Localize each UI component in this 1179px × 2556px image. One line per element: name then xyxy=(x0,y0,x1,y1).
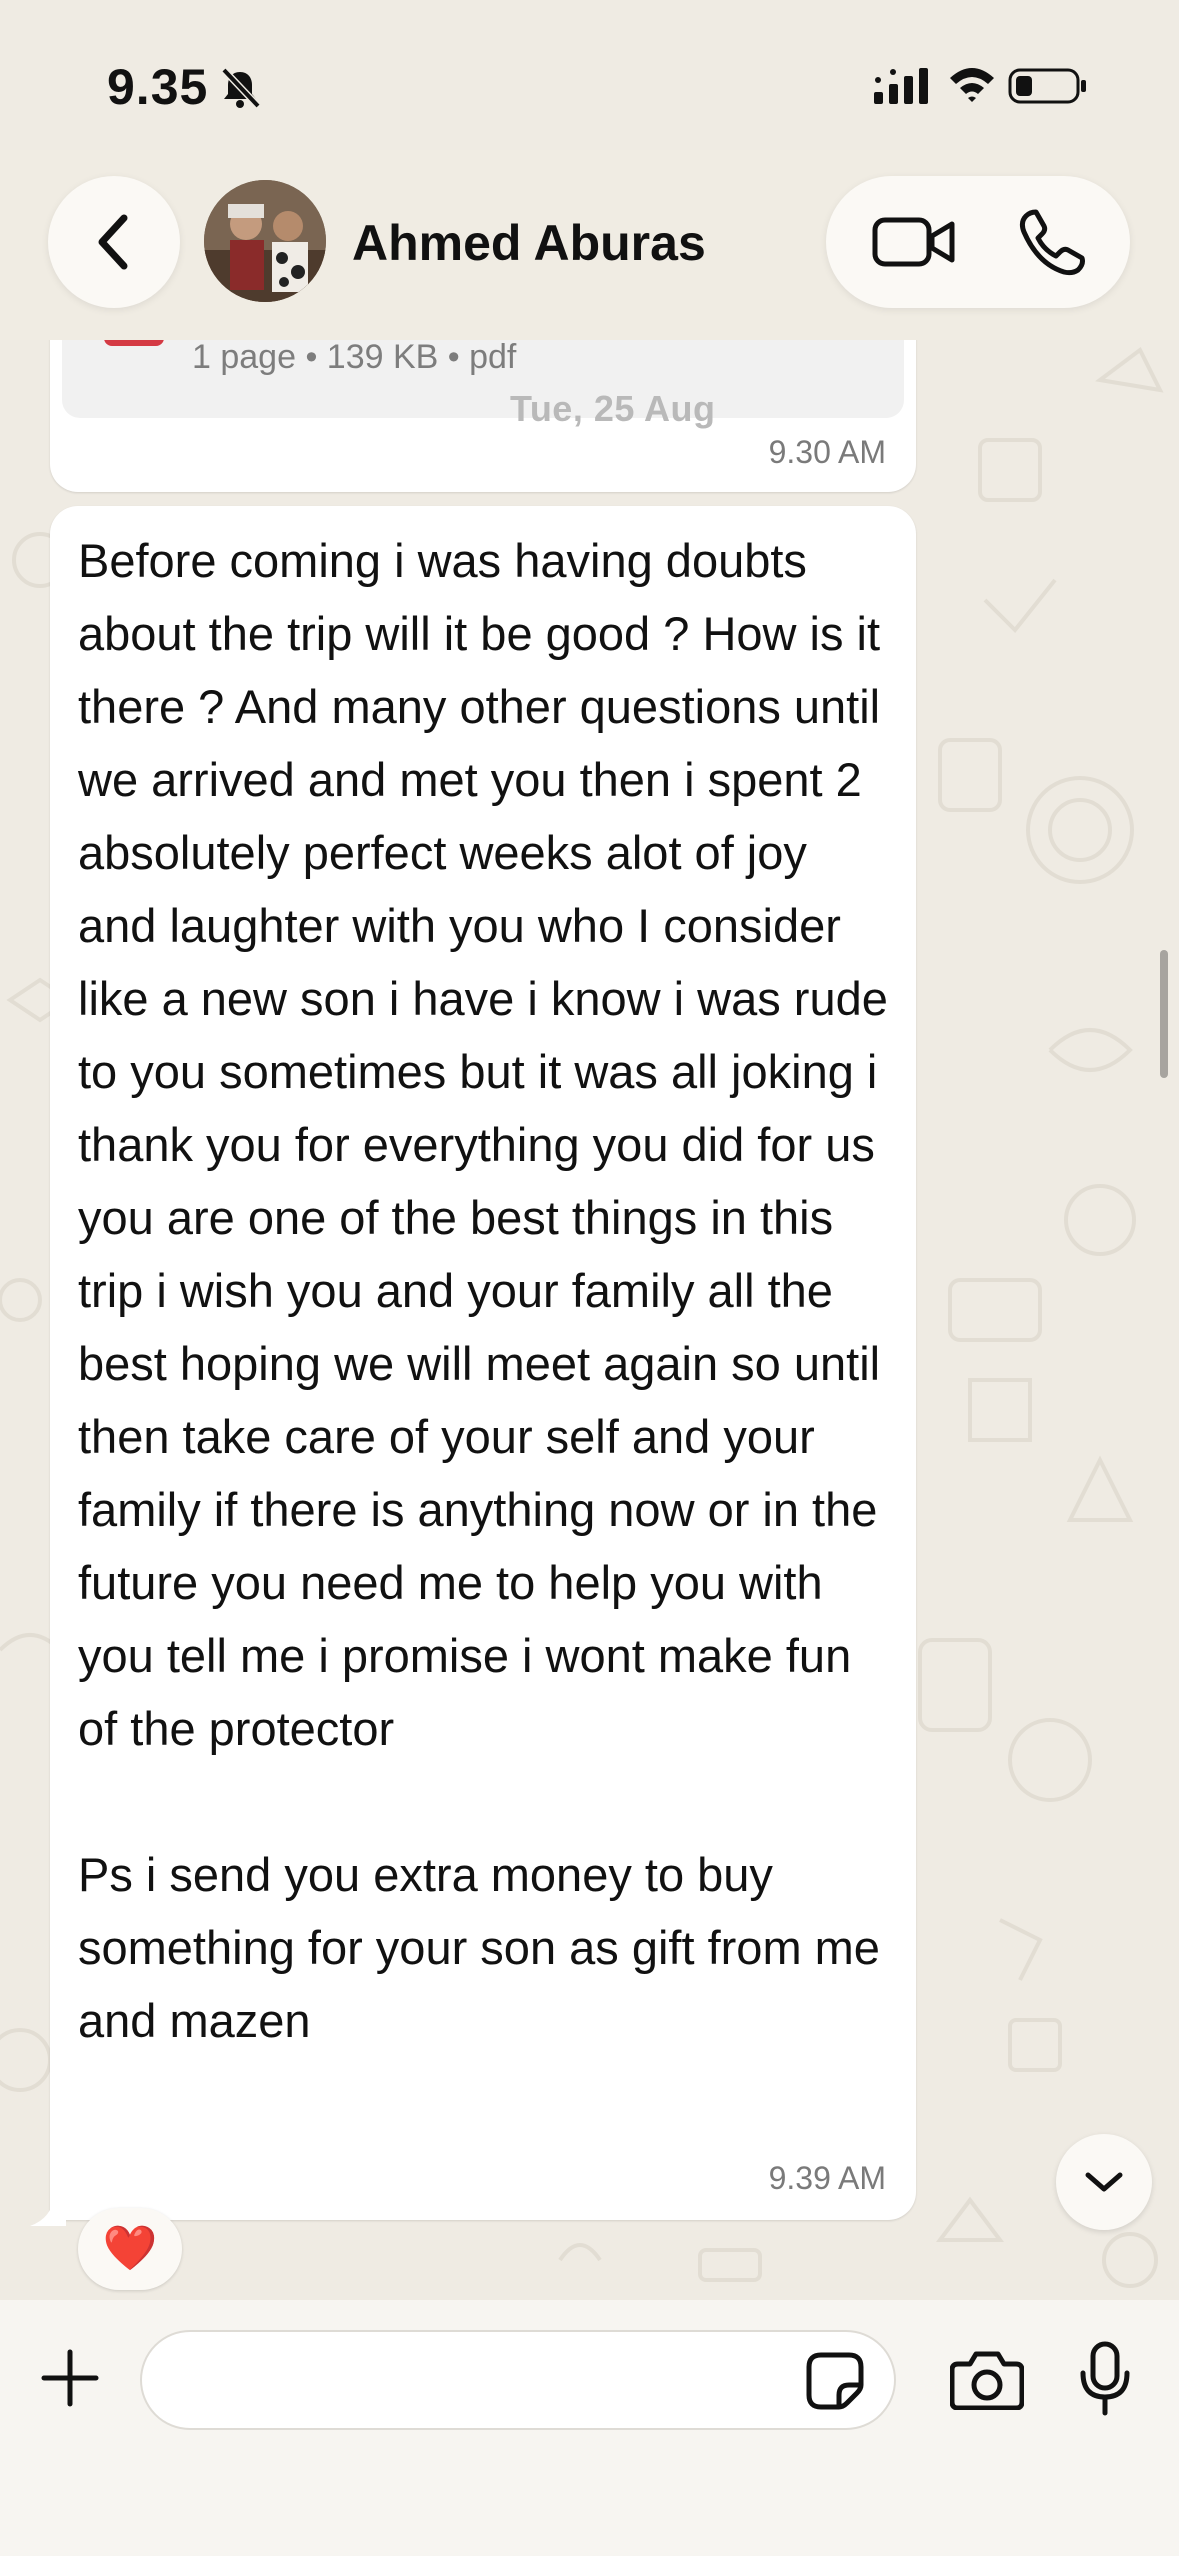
scroll-to-bottom-button[interactable] xyxy=(1056,2134,1152,2230)
reaction-badge[interactable]: ❤️ xyxy=(78,2208,182,2290)
video-camera-icon xyxy=(872,217,955,267)
message-input[interactable] xyxy=(140,2330,896,2430)
contact-name[interactable]: Ahmed Aburas xyxy=(352,214,706,272)
wifi-icon xyxy=(950,68,994,102)
phone-icon xyxy=(1019,209,1085,276)
voice-call-button[interactable] xyxy=(1012,204,1092,280)
status-time: 9.35 xyxy=(107,59,209,115)
chevron-left-icon xyxy=(98,214,128,270)
chat-header: Ahmed Aburas xyxy=(0,150,1179,340)
voice-message-button[interactable] xyxy=(1070,2336,1140,2422)
text-message[interactable]: Before coming i was having doubts about … xyxy=(50,506,916,2220)
sticker-button[interactable] xyxy=(798,2344,872,2418)
chat-area[interactable]: 1 page • 139 KB • pdf Tue, 25 Aug 9.30 A… xyxy=(0,0,1179,2300)
document-meta: 1 page • 139 KB • pdf xyxy=(192,338,517,376)
battery-low-icon xyxy=(1008,68,1086,104)
sticker-icon xyxy=(806,2352,864,2410)
call-actions xyxy=(826,176,1130,308)
video-call-button[interactable] xyxy=(866,206,962,278)
scrollbar[interactable] xyxy=(1160,950,1168,1078)
message-text: Before coming i was having doubts about … xyxy=(78,534,888,2047)
attach-button[interactable] xyxy=(36,2344,104,2412)
date-separator: Tue, 25 Aug xyxy=(510,388,716,429)
cellular-signal-icon xyxy=(874,68,928,104)
heart-reaction-icon: ❤️ xyxy=(102,2224,158,2273)
camera-icon xyxy=(950,2351,1024,2410)
chevron-down-icon xyxy=(1085,2172,1123,2192)
camera-button[interactable] xyxy=(946,2342,1028,2418)
avatar-photo xyxy=(204,180,326,302)
bubble-tail xyxy=(30,2196,66,2226)
back-button[interactable] xyxy=(48,176,180,308)
status-bar: 9.35 xyxy=(0,0,1179,170)
avatar[interactable] xyxy=(204,180,326,302)
message-time: 9.39 AM xyxy=(768,2160,886,2196)
plus-icon xyxy=(41,2349,99,2407)
message-composer xyxy=(0,2300,1179,2556)
message-time: 9.30 AM xyxy=(768,434,886,470)
microphone-icon xyxy=(1080,2341,1130,2416)
bell-slash-icon xyxy=(221,67,261,109)
